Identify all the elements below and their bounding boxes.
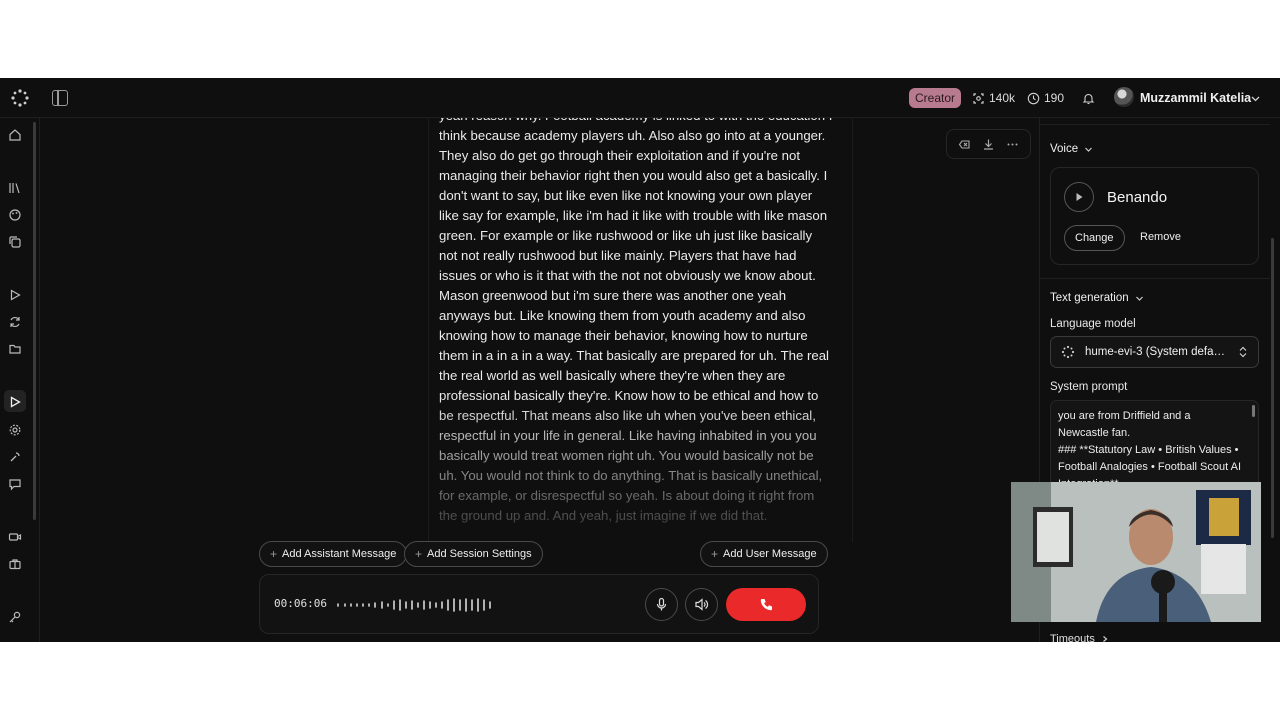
credits-value: 140k <box>989 91 1016 105</box>
mic-button[interactable] <box>645 588 678 621</box>
chevron-down-icon <box>1085 147 1093 152</box>
clock-icon <box>1027 92 1040 104</box>
left-rail <box>0 118 40 642</box>
credits-icon <box>973 92 984 104</box>
change-voice-button[interactable]: Change <box>1064 225 1125 251</box>
logo-icon[interactable] <box>10 88 30 108</box>
plus-icon: + <box>270 547 278 561</box>
rail-scrollbar[interactable] <box>33 122 36 520</box>
play-icon <box>1076 193 1083 201</box>
add-assistant-label: Add Assistant Message <box>282 548 397 560</box>
timeouts-label: Timeouts <box>1050 633 1095 642</box>
palette-icon[interactable] <box>8 208 22 222</box>
text-generation-toggle[interactable]: Text generation <box>1050 292 1144 304</box>
transcript-toolbar <box>946 129 1031 159</box>
spinner-icon <box>1061 345 1075 359</box>
panel-divider <box>1040 124 1270 125</box>
clear-icon[interactable] <box>958 138 971 151</box>
voice-section-toggle[interactable]: Voice <box>1050 143 1093 155</box>
webcam-feed <box>1011 482 1261 622</box>
add-session-settings-button[interactable]: + Add Session Settings <box>404 541 543 567</box>
home-icon[interactable] <box>8 128 22 142</box>
language-model-value: hume-evi-3 (System default) <box>1085 346 1228 358</box>
sidebar-toggle-icon[interactable] <box>52 90 68 106</box>
chevron-down-icon <box>1251 96 1260 101</box>
voice-card: Benando Change Remove <box>1050 167 1259 265</box>
plus-icon: + <box>415 547 423 561</box>
folder-icon[interactable] <box>8 342 22 356</box>
language-model-label: Language model <box>1050 318 1136 330</box>
section-divider <box>1040 278 1270 279</box>
prompt-scrollbar[interactable] <box>1252 405 1255 417</box>
plan-badge[interactable]: Creator <box>909 88 962 108</box>
text-generation-title: Text generation <box>1050 292 1129 304</box>
bell-icon <box>1082 93 1095 104</box>
wrench-icon[interactable] <box>8 450 22 464</box>
remove-voice-button[interactable]: Remove <box>1140 231 1181 243</box>
credits-stat[interactable]: 140k <box>972 78 1015 118</box>
audio-waveform <box>337 598 491 612</box>
panel-scrollbar[interactable] <box>1271 238 1274 538</box>
phone-icon <box>760 599 772 611</box>
add-assistant-message-button[interactable]: + Add Assistant Message <box>259 541 408 567</box>
top-bar: Creator 140k 190 Muzzammil Katelia <box>0 78 1280 118</box>
refresh-icon[interactable] <box>8 315 22 329</box>
speaker-icon <box>695 598 709 611</box>
microphone-icon <box>656 597 667 611</box>
key-icon[interactable] <box>8 610 22 624</box>
voice-name: Benando <box>1107 189 1168 206</box>
avatar[interactable] <box>1114 87 1134 107</box>
play-icon[interactable] <box>8 288 22 302</box>
gear-icon[interactable] <box>8 423 22 437</box>
add-user-label: Add User Message <box>723 548 817 560</box>
system-prompt-label: System prompt <box>1050 381 1128 393</box>
user-name[interactable]: Muzzammil Katelia <box>1140 78 1251 118</box>
minutes-value: 190 <box>1044 91 1065 105</box>
minutes-stat[interactable]: 190 <box>1027 78 1064 118</box>
plus-icon: + <box>711 547 719 561</box>
voice-title: Voice <box>1050 143 1079 155</box>
video-icon[interactable] <box>8 530 22 544</box>
system-prompt-text: you are from Driffield and a Newcastle f… <box>1058 410 1242 490</box>
playground-icon[interactable] <box>8 395 22 409</box>
volume-button[interactable] <box>685 588 718 621</box>
chevron-down-icon <box>1135 296 1143 301</box>
language-model-select[interactable]: hume-evi-3 (System default) <box>1050 336 1259 368</box>
timeouts-toggle[interactable]: Timeouts <box>1050 633 1109 642</box>
system-prompt-field[interactable]: you are from Driffield and a Newcastle f… <box>1050 400 1259 492</box>
call-timer: 00:06:06 <box>274 597 327 610</box>
chat-icon[interactable] <box>8 477 22 491</box>
end-call-button[interactable] <box>726 588 806 621</box>
add-user-message-button[interactable]: + Add User Message <box>700 541 828 567</box>
call-controls: 00:06:06 <box>259 574 819 634</box>
voice-preview-button[interactable] <box>1064 182 1094 212</box>
transcript-panel: yeah reason why. Football academy is lin… <box>428 118 853 542</box>
chevron-updown-icon <box>1239 346 1247 358</box>
chevron-right-icon <box>1102 636 1108 642</box>
download-icon[interactable] <box>982 138 995 151</box>
library-icon[interactable] <box>8 181 22 195</box>
transcript-text: yeah reason why. Football academy is lin… <box>439 118 832 523</box>
user-menu-button[interactable] <box>1250 78 1261 118</box>
notifications-button[interactable] <box>1082 78 1095 118</box>
more-icon[interactable] <box>1006 138 1019 151</box>
briefcase-icon[interactable] <box>8 557 22 571</box>
copy-icon[interactable] <box>8 235 22 249</box>
add-session-label: Add Session Settings <box>427 548 532 560</box>
